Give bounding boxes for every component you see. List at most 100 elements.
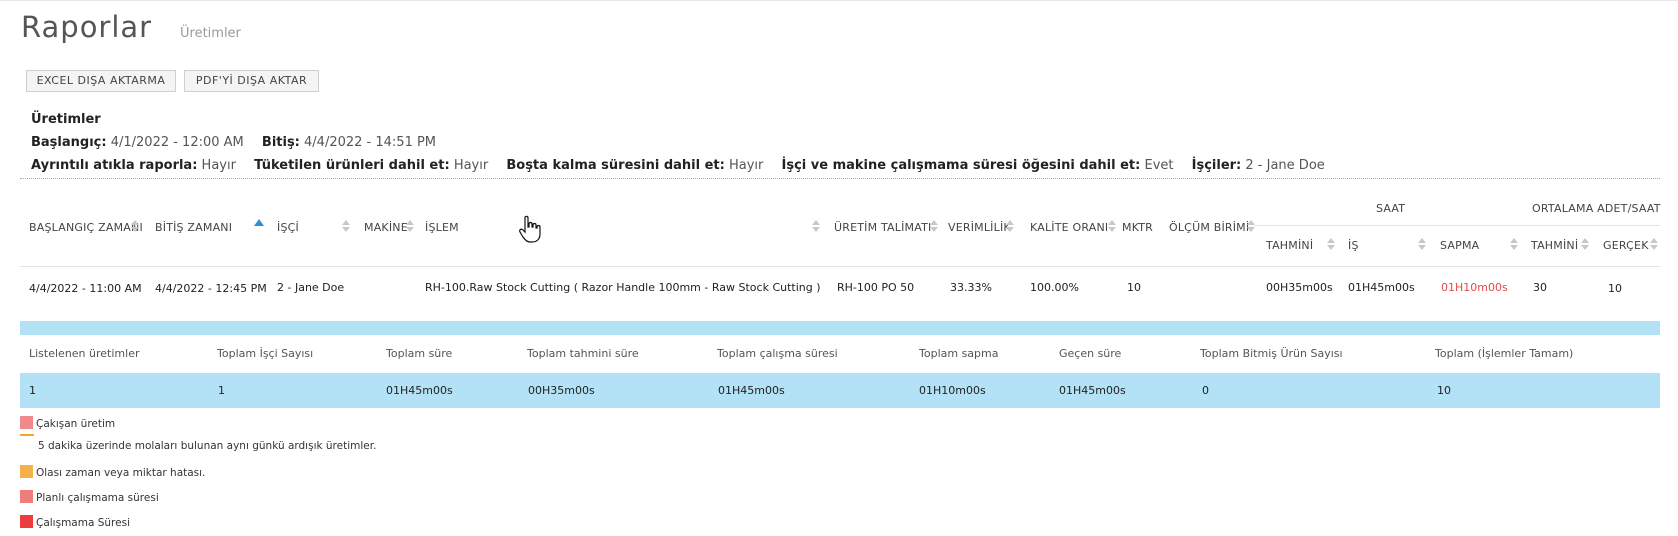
sort-icon[interactable] (406, 220, 414, 232)
cell-quality: 100.00% (1030, 281, 1079, 294)
col-worker[interactable]: İŞÇİ (277, 221, 299, 234)
cell-est: 00H35m00s (1266, 281, 1333, 294)
cell-start: 4/4/2022 - 11:00 AM (29, 282, 142, 295)
cell-deviation: 01H10m00s (1441, 281, 1508, 294)
legend-item: Olası zaman veya miktar hatası. (20, 465, 205, 479)
cell-qty: 10 (1127, 281, 1141, 294)
legend-label: Olası zaman veya miktar hatası. (36, 467, 206, 479)
sort-icon[interactable] (131, 220, 139, 232)
summary-header: Toplam sapma (919, 347, 999, 360)
legend-item: Çakışan üretim (20, 416, 115, 430)
col-est-time[interactable]: TAHMİNİ (1266, 239, 1313, 252)
export-pdf-button[interactable]: PDF'Yİ DIŞA AKTAR (184, 70, 319, 92)
legend-swatch (20, 416, 33, 429)
sort-icon[interactable] (1581, 238, 1589, 250)
summary-header: Toplam çalışma süresi (717, 347, 838, 360)
summary-header: Toplam tahmini süre (527, 347, 639, 360)
cell-operation: RH-100.Raw Stock Cutting ( Razor Handle … (425, 281, 821, 294)
col-avg-est[interactable]: TAHMİNİ (1531, 239, 1578, 252)
col-deviation[interactable]: SAPMA (1440, 239, 1479, 252)
sort-icon[interactable] (1108, 220, 1116, 232)
consumed-value: Hayır (453, 158, 489, 173)
downtime-value: Evet (1144, 158, 1174, 173)
sort-icon[interactable] (1650, 238, 1658, 250)
sort-ascending-icon[interactable] (254, 219, 264, 226)
summary-header: Toplam süre (386, 347, 453, 360)
consumed-label: Tüketilen ürünleri dahil et: (254, 158, 450, 173)
end-value: 4/4/2022 - 14:51 PM (304, 135, 437, 150)
cell-avg-act: 10 (1608, 282, 1622, 295)
summary-value: 10 (1437, 384, 1451, 397)
col-operation[interactable]: İŞLEM (425, 221, 459, 234)
summary-value: 00H35m00s (528, 384, 595, 397)
legend-label: Çalışmama Süresi (36, 517, 130, 529)
hand-cursor-icon (519, 215, 541, 243)
sort-icon[interactable] (812, 220, 820, 232)
legend-swatch (20, 515, 33, 528)
summary-value: 01H45m00s (386, 384, 453, 397)
group-rule (1255, 225, 1660, 226)
group-header-saat: SAAT (1376, 202, 1406, 215)
summary-value: 1 (218, 384, 225, 397)
export-excel-button[interactable]: EXCEL DIŞA AKTARMA (26, 70, 176, 92)
sort-icon[interactable] (1327, 238, 1335, 250)
cell-end: 4/4/2022 - 12:45 PM (155, 282, 267, 295)
top-border (0, 0, 1678, 1)
summary-value: 1 (29, 384, 36, 397)
col-order[interactable]: ÜRETİM TALİMATI (834, 221, 931, 234)
page-title: Raporlar (21, 10, 153, 44)
sort-icon[interactable] (930, 220, 938, 232)
start-value: 4/1/2022 - 12:00 AM (110, 135, 244, 150)
legend-label: Planlı çalışmama süresi (36, 492, 159, 504)
summary-row (20, 373, 1660, 408)
sort-icon[interactable] (1510, 238, 1518, 250)
legend-line-swatch (20, 434, 34, 436)
legend-swatch (20, 490, 33, 503)
page-subtitle: Üretimler (180, 26, 241, 41)
summary-header: Toplam İşçi Sayısı (217, 347, 314, 360)
legend-swatch (20, 465, 33, 478)
col-quality[interactable]: KALİTE ORANI (1030, 221, 1108, 234)
legend-label: Çakışan üretim (36, 418, 116, 430)
summary-header: Listelenen üretimler (29, 347, 140, 360)
legend-item: Çalışmama Süresi (20, 515, 130, 529)
scrap-label: Ayrıntılı atıkla raporla: (31, 158, 198, 173)
legend-label: 5 dakika üzerinde molaları bulunan aynı … (38, 440, 377, 452)
sort-icon[interactable] (1006, 220, 1014, 232)
col-start-time[interactable]: BAŞLANGIÇ ZAMANI (29, 221, 143, 234)
col-end-time[interactable]: BİTİŞ ZAMANI (155, 221, 232, 234)
summary-header: Toplam (İşlemler Tamam) (1435, 347, 1574, 360)
col-efficiency[interactable]: VERİMLİLİK (948, 221, 1011, 234)
options-line: Ayrıntılı atıkla raporla: Hayır Tüketile… (31, 158, 1339, 173)
cell-avg-est: 30 (1533, 281, 1547, 294)
col-work-time[interactable]: İŞ (1348, 239, 1359, 252)
header-rule (20, 266, 1660, 267)
scrap-value: Hayır (201, 158, 236, 173)
cell-efficiency: 33.33% (950, 281, 992, 294)
date-range-line: Başlangıç: 4/1/2022 - 12:00 AM Bitiş: 4/… (31, 135, 450, 150)
cell-work: 01H45m00s (1348, 281, 1415, 294)
cell-order: RH-100 PO 50 (837, 281, 915, 294)
end-label: Bitiş: (261, 135, 300, 150)
sort-icon[interactable] (1418, 238, 1426, 250)
col-avg-act[interactable]: GERÇEK (1603, 239, 1649, 252)
col-machine[interactable]: MAKİNE (364, 221, 408, 234)
filter-title: Üretimler (31, 112, 101, 127)
downtime-label: İşçi ve makine çalışmama süresi öğesini … (781, 158, 1141, 173)
legend-item: 5 dakika üzerinde molaları bulunan aynı … (20, 434, 376, 452)
summary-value: 01H10m00s (919, 384, 986, 397)
legend-item: Planlı çalışmama süresi (20, 490, 159, 504)
idle-value: Hayır (728, 158, 764, 173)
cell-worker: 2 - Jane Doe (277, 281, 345, 294)
summary-header: Geçen süre (1059, 347, 1122, 360)
summary-value: 01H45m00s (718, 384, 785, 397)
filter-divider (20, 178, 1660, 179)
idle-label: Boşta kalma süresini dahil et: (506, 158, 725, 173)
start-label: Başlangıç: (31, 135, 107, 150)
sort-icon[interactable] (342, 220, 350, 232)
sort-icon[interactable] (1247, 220, 1255, 232)
col-qty[interactable]: MKTR (1122, 221, 1153, 234)
group-header-avg: ORTALAMA ADET/SAAT (1532, 202, 1661, 215)
table-footer-bar (20, 321, 1660, 335)
col-unit[interactable]: ÖLÇÜM BİRİMİ (1169, 221, 1249, 234)
